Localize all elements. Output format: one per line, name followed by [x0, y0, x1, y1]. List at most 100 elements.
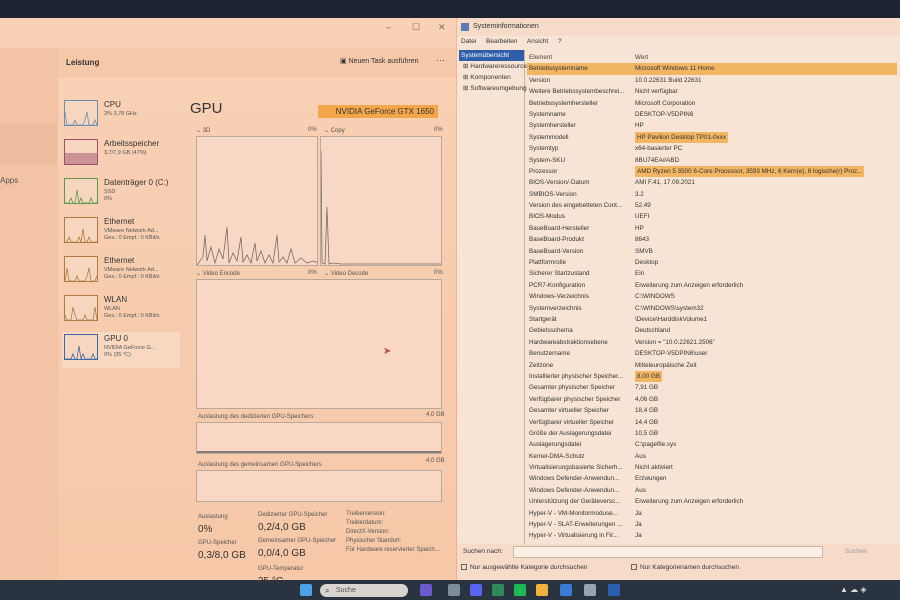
- menu-help[interactable]: ?: [558, 38, 562, 45]
- taskbar-search[interactable]: ⌕ Suche: [320, 584, 408, 597]
- sidebar-item-apps[interactable]: Apps: [0, 176, 18, 185]
- system-tray[interactable]: ▲ ☁ ◈: [840, 585, 867, 594]
- graph-video-encode-label[interactable]: ⌄ Video Encode: [196, 270, 240, 277]
- column-header-value[interactable]: Wert: [635, 52, 648, 63]
- table-row[interactable]: Windows Defender-Anwendun... Erzwungen: [527, 473, 897, 484]
- gpu-mem-label: GPU-Speicher: [198, 540, 237, 546]
- table-row[interactable]: BaseBoard-Hersteller HP: [527, 223, 897, 234]
- si-titlebar: Systeminformationen: [457, 18, 900, 36]
- tree-node[interactable]: ⊞ Hardwareressourcen: [459, 61, 531, 72]
- table-row[interactable]: PCR7-Konfiguration Erweiterung zum Anzeig…: [527, 280, 897, 291]
- table-row[interactable]: SMBIOS-Version 3.2: [527, 189, 897, 200]
- table-row[interactable]: Installierter physischer Speicher... 8,00…: [527, 370, 897, 383]
- device-item[interactable]: Arbeitsspeicher 3,7/7,9 GB (47%): [62, 137, 180, 173]
- tree-node[interactable]: ⊞ Softwareumgebung: [459, 83, 527, 94]
- row-value: Microsoft Corporation: [635, 99, 696, 107]
- app-icon-4[interactable]: [584, 584, 596, 596]
- table-row[interactable]: Systemhersteller HP: [527, 120, 897, 131]
- maximize-button[interactable]: ☐: [412, 22, 420, 33]
- table-row[interactable]: Hardwareabstraktionsebene Version = "10.0…: [527, 337, 897, 348]
- table-row[interactable]: System-SKU 8BU74EA#ABD: [527, 155, 897, 166]
- table-row[interactable]: Betriebssystemhersteller Microsoft Corpor…: [527, 98, 897, 109]
- table-row[interactable]: BIOS-Modus UEFI: [527, 211, 897, 222]
- table-row[interactable]: Betriebssystemname Microsoft Windows 11 H…: [527, 63, 897, 75]
- device-item[interactable]: CPU 3% 3,78 GHz: [62, 98, 180, 134]
- table-row[interactable]: Windows Defender-Anwendun... Aus: [527, 485, 897, 496]
- table-row[interactable]: Systemtyp x64-basierter PC: [527, 143, 897, 154]
- table-row[interactable]: Auslagerungsdatei C:\pagefile.sys: [527, 439, 897, 450]
- table-row[interactable]: Weitere Betriebssystembeschrei... Nicht v…: [527, 86, 897, 97]
- search-button[interactable]: Suchen: [845, 548, 867, 555]
- app-icon-3[interactable]: [560, 584, 572, 596]
- table-row[interactable]: Gesamter physischer Speicher 7,91 GB: [527, 382, 897, 393]
- table-row[interactable]: Sicherer Startzustand Ein: [527, 268, 897, 279]
- start-icon[interactable]: [300, 584, 312, 596]
- checkbox-selected-category[interactable]: Nur ausgewählte Kategorie durchsuchen: [461, 564, 587, 571]
- table-row[interactable]: Hyper-V - SLAT-Erweiterungen ... Ja: [527, 519, 897, 530]
- table-row[interactable]: BaseBoard-Version SMVB: [527, 246, 897, 257]
- table-row[interactable]: Prozessor AMD Ryzen 5 3500 6-Core Process…: [527, 165, 897, 178]
- close-button[interactable]: ✕: [438, 22, 446, 33]
- table-row[interactable]: Windows-Verzeichnis C:\WINDOWS: [527, 291, 897, 302]
- table-row[interactable]: Plattformrolle Desktop: [527, 257, 897, 268]
- graph-copy-label[interactable]: ⌄ Copy: [324, 127, 345, 134]
- device-name: GPU 0: [104, 334, 129, 343]
- device-name: Arbeitsspeicher: [104, 139, 160, 148]
- system-info-taskbar-icon[interactable]: [608, 584, 620, 596]
- table-row[interactable]: Zeitzone Mitteleuropäische Zeit: [527, 360, 897, 371]
- table-row[interactable]: Benutzername DESKTOP-V5DPIN6\user: [527, 348, 897, 359]
- graph-video-decode-label[interactable]: ⌄ Video Decode: [324, 270, 368, 277]
- row-element: Windows Defender-Anwendun...: [529, 486, 620, 494]
- sidebar-item-selected[interactable]: [0, 124, 58, 164]
- menu-view[interactable]: Ansicht: [527, 38, 548, 45]
- tree-node[interactable]: Systemübersicht: [459, 50, 524, 61]
- table-row[interactable]: BaseBoard-Produkt 8643: [527, 234, 897, 245]
- table-row[interactable]: Systemname DESKTOP-V5DPIN6: [527, 109, 897, 120]
- spotify-icon[interactable]: [514, 584, 526, 596]
- table-row[interactable]: Verfügbarer virtueller Speicher 14,4 GB: [527, 417, 897, 428]
- device-item[interactable]: WLAN WLAN Ges.: 0 Empf.: 0 KBit/s: [62, 293, 180, 329]
- row-value: Ja: [635, 532, 642, 540]
- table-row[interactable]: Systemverzeichnis C:\WINDOWS\system32: [527, 303, 897, 314]
- device-item[interactable]: Datenträger 0 (C:) SSD 0%: [62, 176, 180, 212]
- file-explorer-icon[interactable]: [536, 584, 548, 596]
- table-row[interactable]: Virtualisierungsbasierte Sicherh... Nicht…: [527, 462, 897, 473]
- menu-edit[interactable]: Bearbeiten: [486, 38, 517, 45]
- device-item[interactable]: Ethernet VMware Network Ad... Ges.: 0 Empf…: [62, 254, 180, 290]
- app-icon-2[interactable]: [448, 584, 460, 596]
- new-task-button[interactable]: ▣ Neuen Task ausführen: [340, 57, 418, 65]
- device-item[interactable]: GPU 0 NVIDIA GeForce G... 0% (35 °C): [62, 332, 180, 368]
- table-row[interactable]: Gebietsschema Deutschland: [527, 325, 897, 336]
- menu-file[interactable]: Datei: [461, 38, 476, 45]
- row-element: Zeitzone: [529, 361, 554, 369]
- minimize-button[interactable]: –: [386, 22, 391, 32]
- row-element: Installierter physischer Speicher...: [529, 372, 624, 380]
- table-row[interactable]: BIOS-Version/-Datum AMI F.41, 17.09.2021: [527, 177, 897, 188]
- graph-shared-memory: [196, 470, 442, 502]
- performance-header: Leistung ▣ Neuen Task ausführen ···: [58, 48, 456, 78]
- discord-icon[interactable]: [470, 584, 482, 596]
- table-row[interactable]: Hyper-V - VM-Monitormoduse... Ja: [527, 508, 897, 519]
- table-row[interactable]: Kernel-DMA-Schutz Aus: [527, 451, 897, 462]
- table-row[interactable]: Hyper-V - Virtualisierung in Fir... Ja: [527, 530, 897, 541]
- table-row[interactable]: Version 10.0.22631 Build 22631: [527, 75, 897, 86]
- table-row[interactable]: Version des eingebetteten Cont... 52.49: [527, 200, 897, 211]
- column-header-element[interactable]: Element: [529, 52, 633, 63]
- table-row[interactable]: Unterstützung der Geräteversc... Erweiter…: [527, 496, 897, 507]
- more-options-button[interactable]: ···: [436, 55, 445, 65]
- checkbox-category-names[interactable]: Nur Kategorienamen durchsuchen: [631, 564, 739, 571]
- table-header: Element Wert: [527, 52, 897, 63]
- table-row[interactable]: Startgerät \Device\HarddiskVolume1: [527, 314, 897, 325]
- search-input[interactable]: [513, 546, 823, 558]
- table-row[interactable]: Gesamter virtueller Speicher 18,4 GB: [527, 405, 897, 416]
- table-row[interactable]: Systemmodell HP Pavilion Desktop TP01-0xx…: [527, 131, 897, 144]
- table-row[interactable]: Verfügbarer physischer Speicher 4,06 GB: [527, 394, 897, 405]
- table-row[interactable]: Größe der Auslagerungsdatei 10,5 GB: [527, 428, 897, 439]
- xbox-icon[interactable]: [492, 584, 504, 596]
- app-icon-1[interactable]: [420, 584, 432, 596]
- graph-3d-label[interactable]: ⌄ 3D: [196, 127, 210, 134]
- device-mini-graph: [64, 178, 98, 204]
- row-element: Windows Defender-Anwendun...: [529, 475, 620, 483]
- device-item[interactable]: Ethernet VMware Network Ad... Ges.: 0 Empf…: [62, 215, 180, 251]
- tree-node[interactable]: ⊞ Komponenten: [459, 72, 524, 83]
